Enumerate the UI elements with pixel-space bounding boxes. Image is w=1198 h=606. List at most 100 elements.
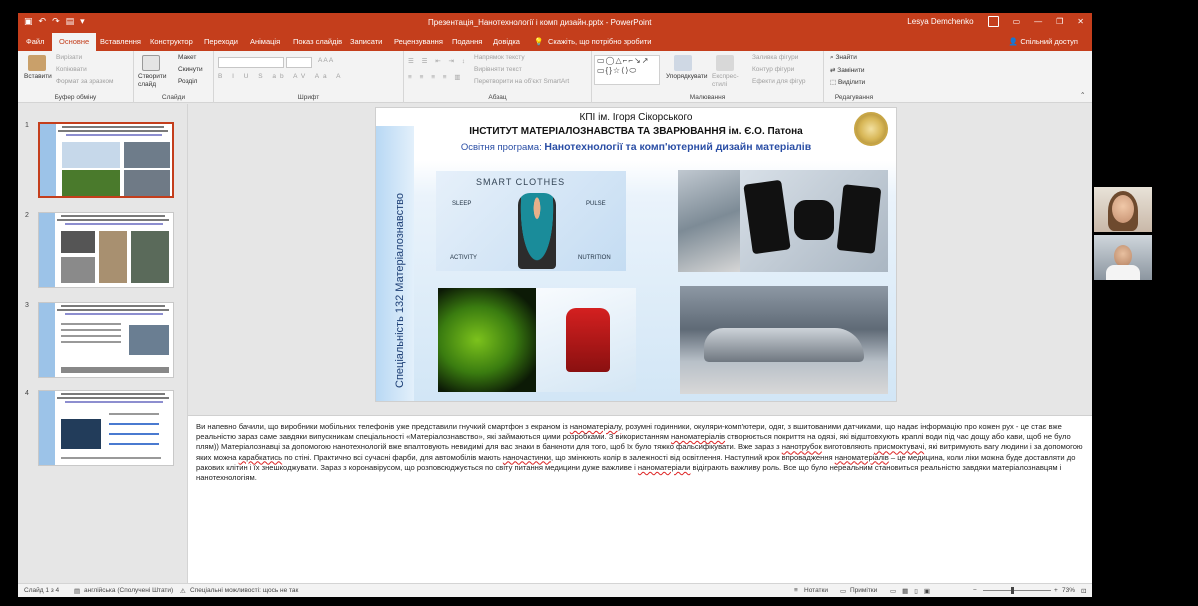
window-title: Презентація_Нанотехнології і комп дизайн… <box>428 18 652 27</box>
language-indicator[interactable]: англійська (Сполучені Штати) <box>84 587 173 594</box>
share-button[interactable]: 👤 Спільний доступ <box>1009 37 1078 46</box>
slide-thumbnail-3[interactable] <box>38 302 174 378</box>
thumb-number: 4 <box>25 390 29 397</box>
slide-thumbnail-4[interactable] <box>38 390 174 466</box>
notes-fragment: по стіні. Практично всі сучасні фарби, д… <box>282 452 503 462</box>
shape-outline-button[interactable]: Контур фігури <box>752 66 794 73</box>
group-label-clipboard: Буфер обміну <box>54 94 97 101</box>
copy-button[interactable]: Копіювати <box>56 66 87 73</box>
tab-help[interactable]: Довідка <box>493 37 520 46</box>
notes-misspelled-word: наноматеріали <box>637 462 691 472</box>
arrange-icon[interactable] <box>674 55 692 71</box>
zoom-slider[interactable] <box>983 590 1051 591</box>
save-icon[interactable]: ▣ <box>24 16 33 27</box>
vertical-specialty-text: Спеціальність 132 Матеріалознавство <box>394 192 406 388</box>
close-icon[interactable]: ✕ <box>1077 17 1084 26</box>
tab-view[interactable]: Подання <box>452 37 482 46</box>
notes-fragment: Ви напевно бачили, що виробники мобільни… <box>196 422 570 431</box>
arrange-button[interactable]: Упорядкувати <box>666 73 707 80</box>
reset-button[interactable]: Скинути <box>178 66 203 73</box>
tab-review[interactable]: Рецензування <box>394 37 443 46</box>
current-slide[interactable]: Спеціальність 132 Матеріалознавство КПІ … <box>375 107 897 402</box>
tab-slideshow[interactable]: Показ слайдів <box>293 37 342 46</box>
speaker-notes-pane[interactable]: Ви напевно бачили, що виробники мобільни… <box>188 415 1092 583</box>
lightbulb-icon: 💡 <box>534 37 544 46</box>
zoom-slider-thumb[interactable] <box>1011 587 1014 594</box>
section-button[interactable]: Розділ <box>178 78 197 85</box>
pulse-icon: PULSE <box>586 201 606 207</box>
status-bar: Слайд 1 з 4 ▤ англійська (Сполучені Штат… <box>18 583 1092 597</box>
font-name-combo[interactable] <box>218 57 284 68</box>
accessibility-status[interactable]: Спеціальні можливості: щось не так <box>190 587 298 594</box>
text-direction-button[interactable]: Напрямок тексту <box>474 54 525 61</box>
group-drawing: ▭◯△⌐⌐↘↗ ▭{}☆⟨⟩⬭ Упорядкувати Експрес-стил… <box>592 51 824 103</box>
nutrition-icon: NUTRITION <box>578 255 611 261</box>
tab-transitions[interactable]: Переходи <box>204 37 238 46</box>
user-name[interactable]: Lesya Demchenko <box>907 17 973 26</box>
new-slide-icon[interactable] <box>142 55 160 71</box>
font-style-buttons[interactable]: B I U S ab AV Aa A <box>218 73 344 80</box>
shapes-gallery[interactable]: ▭◯△⌐⌐↘↗ ▭{}☆⟨⟩⬭ <box>594 55 660 85</box>
ribbon-options-icon[interactable]: ▭ <box>1013 17 1021 26</box>
proofing-icon[interactable]: ▤ <box>74 587 80 595</box>
quick-styles-button[interactable]: Експрес-стилі <box>712 73 742 89</box>
video-participant-2[interactable] <box>1094 235 1152 280</box>
new-slide-button[interactable]: Створити слайд <box>138 73 168 89</box>
find-button[interactable]: ⌕ Знайти <box>830 54 857 62</box>
align-buttons[interactable]: ≡ ≡ ≡ ≡ ▥ <box>408 73 464 81</box>
group-clipboard: Вставити Вирізати Копіювати Формат за зр… <box>18 51 134 103</box>
select-button[interactable]: ⬚ Виділити <box>830 78 865 86</box>
tab-insert[interactable]: Вставлення <box>100 37 141 46</box>
comments-toggle[interactable]: Примітки <box>850 587 877 594</box>
font-grow-shrink-icon[interactable]: A A A <box>318 57 333 64</box>
collapse-ribbon-icon[interactable]: ⌃ <box>1080 91 1085 99</box>
paste-icon[interactable] <box>28 55 46 71</box>
layout-button[interactable]: Макет <box>178 54 196 61</box>
slide-thumbnail-2[interactable] <box>38 212 174 288</box>
tab-home[interactable]: Основне <box>52 33 97 51</box>
group-slides: Створити слайд Макет Скинути Розділ Слай… <box>134 51 214 103</box>
zoom-level[interactable]: 73% <box>1062 587 1075 594</box>
person-figure <box>518 193 556 269</box>
slide-institute: ІНСТИТУТ МАТЕРІАЛОЗНАВСТВА ТА ЗВАРЮВАННЯ… <box>469 126 803 137</box>
smartart-button[interactable]: Перетворити на об'єкт SmartArt <box>474 78 569 85</box>
shape-effects-button[interactable]: Ефекти для фігур <box>752 78 806 85</box>
maximize-icon[interactable]: ❐ <box>1056 17 1063 26</box>
replace-button[interactable]: ⇄ Замінити <box>830 66 865 74</box>
cut-button[interactable]: Вирізати <box>56 54 82 61</box>
group-paragraph: ☰ ☰ ⇤ ⇥ ↕ ≡ ≡ ≡ ≡ ▥ Напрямок тексту Вирі… <box>404 51 592 103</box>
minimize-icon[interactable]: — <box>1034 17 1042 26</box>
speaker-notes-text[interactable]: Ви напевно бачили, що виробники мобільни… <box>196 422 1084 483</box>
undo-icon[interactable]: ↶ <box>39 16 47 27</box>
list-buttons[interactable]: ☰ ☰ ⇤ ⇥ ↕ <box>408 57 468 65</box>
quick-styles-icon[interactable] <box>716 55 734 71</box>
institute-seal-logo <box>854 112 888 146</box>
notes-misspelled-word: присмоктувачі <box>873 442 925 452</box>
group-label-drawing: Малювання <box>689 94 726 101</box>
tab-record[interactable]: Записати <box>350 37 382 46</box>
replace-label: Замінити <box>837 67 865 74</box>
shape-fill-button[interactable]: Заливка фігури <box>752 54 798 61</box>
redo-icon[interactable]: ↷ <box>52 16 60 27</box>
tab-file[interactable]: Файл <box>26 37 44 46</box>
tell-me-box[interactable]: Скажіть, що потрібно зробити <box>548 37 652 46</box>
fit-to-window-icon[interactable]: ⊡ <box>1081 587 1086 595</box>
slide-thumbnail-1[interactable] <box>38 122 174 198</box>
video-participant-1[interactable] <box>1094 187 1152 232</box>
user-avatar-icon[interactable] <box>987 16 999 27</box>
customize-qat-icon[interactable]: ▾ <box>80 16 85 27</box>
start-from-beginning-icon[interactable]: ▤ <box>66 16 75 27</box>
align-text-button[interactable]: Вирівняти текст <box>474 66 522 73</box>
accessibility-icon[interactable]: ⚠ <box>180 587 186 595</box>
font-size-combo[interactable] <box>286 57 312 68</box>
notes-toggle[interactable]: Нотатки <box>804 587 828 594</box>
format-painter-button[interactable]: Формат за зразком <box>56 78 113 85</box>
zoom-in-icon[interactable]: + <box>1054 587 1058 594</box>
zoom-out-icon[interactable]: − <box>973 587 977 594</box>
paste-button[interactable]: Вставити <box>24 73 52 80</box>
tab-design[interactable]: Конструктор <box>150 37 193 46</box>
thumb-number: 2 <box>25 212 29 219</box>
view-buttons[interactable]: ▭▦▯▣ <box>890 587 936 595</box>
tab-animations[interactable]: Анімація <box>250 37 280 46</box>
quick-access-toolbar: ▣ ↶ ↷ ▤ ▾ <box>24 16 85 27</box>
